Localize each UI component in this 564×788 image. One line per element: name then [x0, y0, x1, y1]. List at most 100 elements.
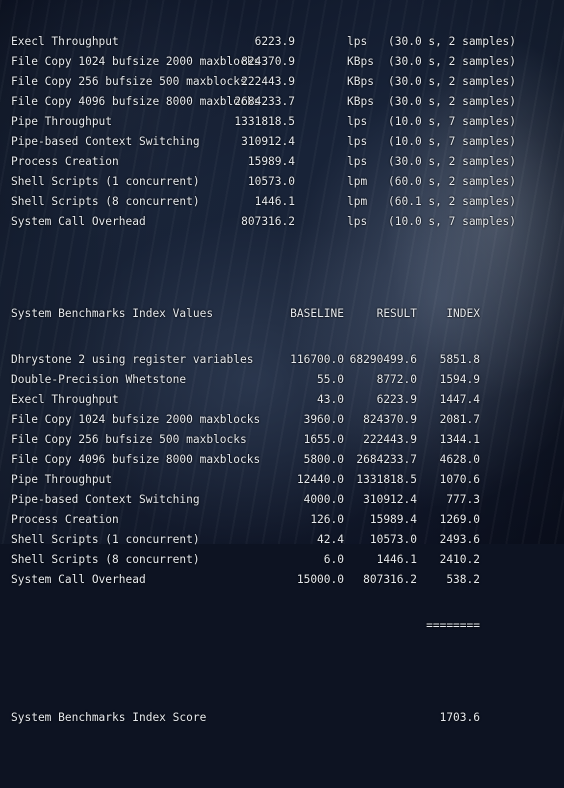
raw-result-row: System Call Overhead 807316.2 lps (10.0 s, …	[11, 212, 564, 232]
test-unit: lps	[347, 35, 368, 48]
index-row: File Copy 4096 bufsize 8000 maxblocks 580…	[11, 450, 564, 470]
index-row: Shell Scripts (1 concurrent) 42.4 10573.0 2…	[11, 530, 564, 550]
raw-result-row: Shell Scripts (1 concurrent) 10573.0 lpm (6…	[11, 172, 564, 192]
test-value: 10573.0	[247, 175, 295, 188]
test-info: (30.0 s, 2 samples)	[388, 95, 516, 108]
index-row: Shell Scripts (8 concurrent) 6.0 1446.1 241…	[11, 550, 564, 570]
test-info: (30.0 s, 2 samples)	[388, 55, 516, 68]
test-value: 2684233.7	[234, 95, 295, 108]
index-test-name: Execl Throughput	[11, 393, 119, 406]
index-value: 1594.9	[439, 373, 480, 386]
index-value: 777.3	[446, 493, 480, 506]
test-unit: lpm	[347, 175, 368, 188]
index-test-name: Pipe-based Context Switching	[11, 493, 200, 506]
index-row: Execl Throughput 43.0 6223.9 1447.4	[11, 390, 564, 410]
test-value: 1446.1	[254, 195, 295, 208]
test-unit: lps	[347, 155, 368, 168]
index-baseline: 43.0	[317, 393, 344, 406]
terminal-output: Execl Throughput 6223.9 lps (30.0 s, 2 samp…	[11, 6, 564, 741]
index-test-name: Shell Scripts (8 concurrent)	[11, 553, 200, 566]
test-info: (30.0 s, 2 samples)	[388, 155, 516, 168]
test-info: (60.1 s, 2 samples)	[388, 195, 516, 208]
index-baseline: 1655.0	[303, 433, 344, 446]
test-value: 807316.2	[241, 215, 295, 228]
index-baseline: 42.4	[317, 533, 344, 546]
index-test-name: Pipe Throughput	[11, 473, 113, 486]
raw-result-row: File Copy 1024 bufsize 2000 maxblocks 824…	[11, 52, 564, 72]
raw-result-row: Process Creation 15989.4 lps (30.0 s, 2 sam…	[11, 152, 564, 172]
index-baseline: 116700.0	[290, 353, 344, 366]
index-baseline: 55.0	[317, 373, 344, 386]
test-value: 15989.4	[247, 155, 295, 168]
test-info: (10.0 s, 7 samples)	[388, 135, 516, 148]
index-row: System Call Overhead 15000.0 807316.2 538.2	[11, 570, 564, 590]
test-name: File Copy 1024 bufsize 2000 maxblocks	[11, 55, 261, 68]
index-value: 4628.0	[439, 453, 480, 466]
index-result: 222443.9	[363, 433, 417, 446]
index-result: 6223.9	[376, 393, 417, 406]
index-test-name: Double-Precision Whetstone	[11, 373, 187, 386]
index-value: 5851.8	[439, 353, 480, 366]
index-result: 1331818.5	[356, 473, 417, 486]
index-baseline: 3960.0	[303, 413, 344, 426]
test-name: System Call Overhead	[11, 215, 146, 228]
index-value: 2410.2	[439, 553, 480, 566]
index-row: Dhrystone 2 using register variables 1167…	[11, 350, 564, 370]
index-result: 824370.9	[363, 413, 417, 426]
index-test-name: Dhrystone 2 using register variables	[11, 353, 254, 366]
test-value: 1331818.5	[234, 115, 295, 128]
index-value: 1344.1	[439, 433, 480, 446]
index-header-title: System Benchmarks Index Values	[11, 307, 214, 320]
score-value: 1703.6	[439, 711, 480, 724]
index-baseline: 126.0	[310, 513, 344, 526]
index-value: 538.2	[446, 573, 480, 586]
index-row: Process Creation 126.0 15989.4 1269.0	[11, 510, 564, 530]
raw-result-row: Execl Throughput 6223.9 lps (30.0 s, 2 samp…	[11, 32, 564, 52]
test-info: (30.0 s, 2 samples)	[388, 35, 516, 48]
test-name: Shell Scripts (1 concurrent)	[11, 175, 200, 188]
test-name: Pipe-based Context Switching	[11, 135, 200, 148]
index-result: 10573.0	[369, 533, 417, 546]
test-value: 222443.9	[241, 75, 295, 88]
test-unit: lpm	[347, 195, 368, 208]
test-info: (10.0 s, 7 samples)	[388, 115, 516, 128]
index-value: 1447.4	[439, 393, 480, 406]
index-value: 1269.0	[439, 513, 480, 526]
test-unit: KBps	[347, 55, 374, 68]
test-unit: lps	[347, 135, 368, 148]
raw-result-row: File Copy 256 bufsize 500 maxblocks 22244…	[11, 72, 564, 92]
test-unit: KBps	[347, 95, 374, 108]
index-row: Pipe-based Context Switching 4000.0 310912…	[11, 490, 564, 510]
index-baseline: 15000.0	[296, 573, 344, 586]
test-unit: KBps	[347, 75, 374, 88]
test-name: Execl Throughput	[11, 35, 119, 48]
index-row: Pipe Throughput 12440.0 1331818.5 1070.6	[11, 470, 564, 490]
test-info: (10.0 s, 7 samples)	[388, 215, 516, 228]
score-label: System Benchmarks Index Score	[11, 711, 207, 724]
index-result: 807316.2	[363, 573, 417, 586]
index-result: 68290499.6	[349, 353, 417, 366]
raw-result-row: Shell Scripts (8 concurrent) 1446.1 lpm (60…	[11, 192, 564, 212]
separator: ========	[426, 619, 480, 632]
index-value: 2081.7	[439, 413, 480, 426]
test-name: Pipe Throughput	[11, 115, 113, 128]
index-header-index: INDEX	[446, 307, 480, 320]
index-test-name: File Copy 1024 bufsize 2000 maxblocks	[11, 413, 261, 426]
test-value: 310912.4	[241, 135, 295, 148]
index-result: 2684233.7	[356, 453, 417, 466]
index-value: 1070.6	[439, 473, 480, 486]
index-test-name: System Call Overhead	[11, 573, 146, 586]
test-name: Shell Scripts (8 concurrent)	[11, 195, 200, 208]
test-value: 824370.9	[241, 55, 295, 68]
index-result: 310912.4	[363, 493, 417, 506]
index-baseline: 6.0	[323, 553, 344, 566]
index-header-result: RESULT	[376, 307, 417, 320]
index-baseline: 4000.0	[303, 493, 344, 506]
test-value: 6223.9	[254, 35, 295, 48]
index-header-baseline: BASELINE	[290, 307, 344, 320]
test-unit: lps	[347, 115, 368, 128]
score-row: System Benchmarks Index Score 1703.6	[11, 708, 564, 728]
raw-result-row: Pipe-based Context Switching 310912.4 lps (…	[11, 132, 564, 152]
